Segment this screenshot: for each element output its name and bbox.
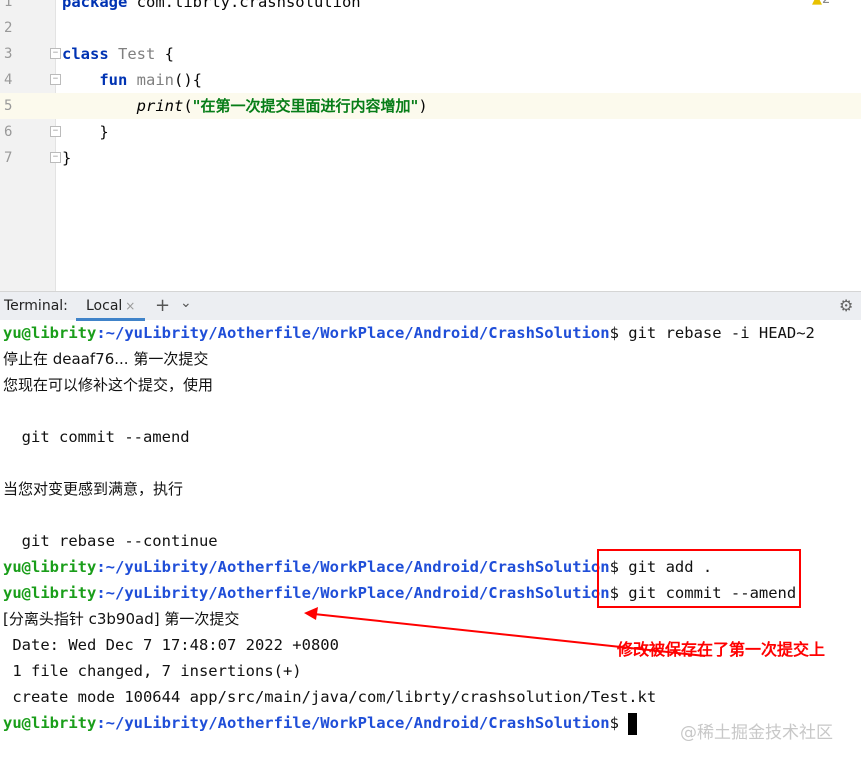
annotation-text: 修改被保存在了第一次提交上: [617, 640, 826, 659]
watermark: @稀土掘金技术社区: [680, 723, 833, 743]
arrow-head: [304, 607, 318, 620]
